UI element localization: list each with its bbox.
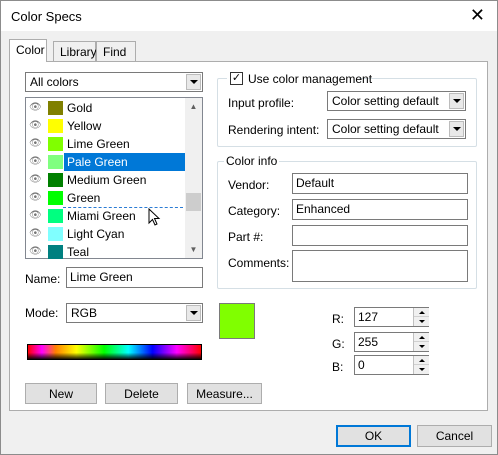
color-swatch xyxy=(48,245,63,259)
category-label: Category: xyxy=(228,204,281,218)
color-name: Teal xyxy=(67,245,90,259)
vendor-input[interactable]: Default xyxy=(292,173,468,194)
r-label: R: xyxy=(332,312,344,326)
color-spectrum-bar[interactable] xyxy=(27,344,202,360)
category-input[interactable]: Enhanced xyxy=(292,199,468,220)
list-item-selected[interactable]: 👁 Pale Green xyxy=(26,153,186,171)
color-specs-dialog: Color Specs ✕ Color Library Find All col… xyxy=(0,0,498,455)
mode-dropdown[interactable]: RGB xyxy=(66,303,203,323)
visibility-eye-icon[interactable]: 👁 xyxy=(29,210,42,221)
list-item[interactable]: 👁 Medium Green xyxy=(26,171,186,189)
spin-down-icon[interactable] xyxy=(414,317,429,326)
comments-input[interactable] xyxy=(292,250,468,282)
name-label: Name: xyxy=(25,272,61,286)
color-swatch xyxy=(48,227,63,241)
color-swatch xyxy=(48,191,63,205)
vendor-label: Vendor: xyxy=(228,178,270,192)
visibility-eye-icon[interactable]: 👁 xyxy=(29,156,42,167)
comments-label: Comments: xyxy=(228,256,290,270)
color-swatch xyxy=(48,137,63,151)
color-swatch xyxy=(48,119,63,133)
visibility-eye-icon[interactable]: 👁 xyxy=(29,192,42,203)
window-title: Color Specs xyxy=(11,9,82,24)
color-name: Green xyxy=(67,191,101,205)
list-item[interactable]: 👁 Gold xyxy=(26,99,186,117)
chevron-down-icon[interactable] xyxy=(449,93,464,109)
chevron-down-icon[interactable] xyxy=(186,74,201,90)
color-swatch xyxy=(48,155,63,169)
scroll-up-icon[interactable]: ▲ xyxy=(185,98,202,115)
color-swatch xyxy=(48,101,63,115)
title-bar[interactable]: Color Specs ✕ xyxy=(1,1,497,31)
visibility-eye-icon[interactable]: 👁 xyxy=(29,246,42,257)
list-item[interactable]: 👁 Teal xyxy=(26,243,186,261)
color-swatch xyxy=(48,173,63,187)
b-spinner[interactable]: 0 xyxy=(354,355,429,375)
color-name: Gold xyxy=(67,101,93,115)
mouse-cursor-icon xyxy=(148,208,161,226)
input-profile-label: Input profile: xyxy=(228,96,295,110)
tab-find[interactable]: Find xyxy=(96,41,136,61)
g-value: 255 xyxy=(358,335,379,349)
b-value: 0 xyxy=(358,358,365,372)
scroll-thumb[interactable] xyxy=(186,193,201,211)
visibility-eye-icon[interactable]: 👁 xyxy=(29,138,42,149)
g-label: G: xyxy=(332,337,345,351)
part-number-input[interactable] xyxy=(292,225,468,246)
chevron-down-icon[interactable] xyxy=(186,305,201,321)
rendering-intent-dropdown[interactable]: Color setting default xyxy=(327,119,466,139)
list-item[interactable]: 👁 Lime Green xyxy=(26,135,186,153)
color-name: Pale Green xyxy=(67,155,128,169)
measure-button[interactable]: Measure... xyxy=(187,383,262,404)
close-icon[interactable]: ✕ xyxy=(470,5,485,26)
g-spinner[interactable]: 255 xyxy=(354,332,429,352)
scroll-down-icon[interactable]: ▼ xyxy=(185,241,202,258)
input-profile-value: Color setting default xyxy=(332,94,439,108)
ok-button[interactable]: OK xyxy=(336,425,411,447)
color-filter-dropdown[interactable]: All colors xyxy=(25,72,203,92)
spin-up-icon[interactable] xyxy=(414,333,429,342)
color-list-scrollbar[interactable]: ▲ ▼ xyxy=(185,98,202,258)
color-name: Light Cyan xyxy=(67,227,125,241)
color-name: Lime Green xyxy=(67,137,130,151)
color-info-legend: Color info xyxy=(224,154,280,168)
use-color-management-label: Use color management xyxy=(248,72,373,86)
visibility-eye-icon[interactable]: 👁 xyxy=(29,174,42,185)
spin-down-icon[interactable] xyxy=(414,342,429,351)
list-item[interactable]: 👁 Yellow xyxy=(26,117,186,135)
list-item[interactable]: 👁 Green xyxy=(26,189,186,207)
r-spinner[interactable]: 127 xyxy=(354,307,429,327)
color-list[interactable]: 👁 Gold 👁 Yellow 👁 Lime Green 👁 Pale Gree… xyxy=(25,97,203,259)
visibility-eye-icon[interactable]: 👁 xyxy=(29,102,42,113)
spin-down-icon[interactable] xyxy=(414,365,429,374)
cancel-button[interactable]: Cancel xyxy=(417,425,492,447)
spin-up-icon[interactable] xyxy=(414,356,429,365)
tab-library[interactable]: Library xyxy=(53,41,97,61)
name-input[interactable]: Lime Green xyxy=(66,267,203,288)
b-label: B: xyxy=(332,360,344,374)
rendering-intent-label: Rendering intent: xyxy=(228,123,320,137)
color-name: Miami Green xyxy=(67,209,136,223)
new-button[interactable]: New xyxy=(25,383,97,404)
tab-color[interactable]: Color xyxy=(9,39,47,62)
spin-up-icon[interactable] xyxy=(414,308,429,317)
mode-label: Mode: xyxy=(25,306,59,320)
mode-value: RGB xyxy=(71,306,98,320)
input-profile-dropdown[interactable]: Color setting default xyxy=(327,91,466,111)
color-preview-swatch xyxy=(219,303,255,339)
visibility-eye-icon[interactable]: 👁 xyxy=(29,120,42,131)
rendering-intent-value: Color setting default xyxy=(332,122,439,136)
part-number-label: Part #: xyxy=(228,230,264,244)
use-color-management-checkbox[interactable]: ✓ xyxy=(230,72,243,85)
color-name: Yellow xyxy=(67,119,102,133)
color-name: Medium Green xyxy=(67,173,147,187)
color-filter-value: All colors xyxy=(30,75,79,89)
delete-button[interactable]: Delete xyxy=(105,383,178,404)
r-value: 127 xyxy=(358,310,379,324)
chevron-down-icon[interactable] xyxy=(449,121,464,137)
color-swatch xyxy=(48,209,63,223)
visibility-eye-icon[interactable]: 👁 xyxy=(29,228,42,239)
drop-indicator-line xyxy=(63,207,183,208)
